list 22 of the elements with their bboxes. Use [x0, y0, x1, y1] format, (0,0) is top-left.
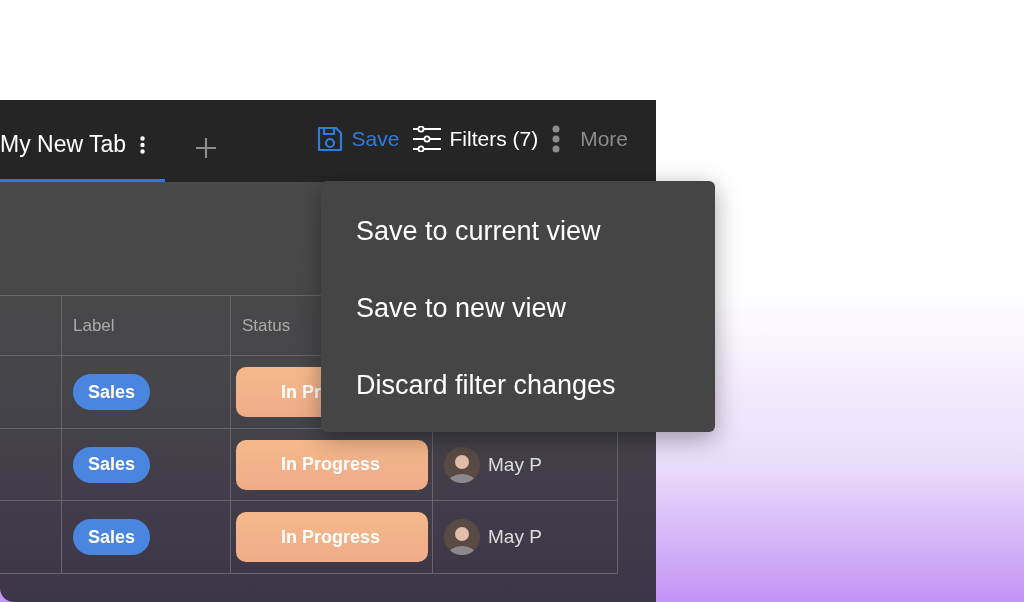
- assignee-name: May P: [488, 526, 542, 548]
- status-pill: In Progress: [236, 512, 428, 562]
- column-header: Label: [73, 315, 115, 336]
- avatar-icon: [444, 446, 480, 483]
- assignee-name: May P: [488, 453, 542, 476]
- save-button[interactable]: Save: [315, 125, 400, 153]
- label-tag: Sales: [73, 519, 151, 555]
- column-header: Status: [242, 315, 291, 336]
- avatar-icon: [444, 519, 480, 555]
- status-pill: In Progress: [236, 439, 428, 490]
- kebab-icon: [552, 125, 561, 153]
- kebab-icon[interactable]: [140, 135, 146, 154]
- tab[interactable]: My New Tab: [0, 100, 165, 182]
- save-icon: [315, 125, 344, 153]
- menu-item[interactable]: Save to new view: [321, 270, 715, 347]
- add-tab-icon[interactable]: [195, 137, 217, 159]
- sliders-icon: [413, 126, 442, 152]
- label-tag: Sales: [73, 374, 151, 410]
- more-button[interactable]: More: [552, 125, 628, 153]
- label-tag: Sales: [73, 446, 151, 483]
- filters-button[interactable]: Filters (7): [413, 126, 539, 152]
- menu-item[interactable]: Save to current view: [321, 193, 715, 270]
